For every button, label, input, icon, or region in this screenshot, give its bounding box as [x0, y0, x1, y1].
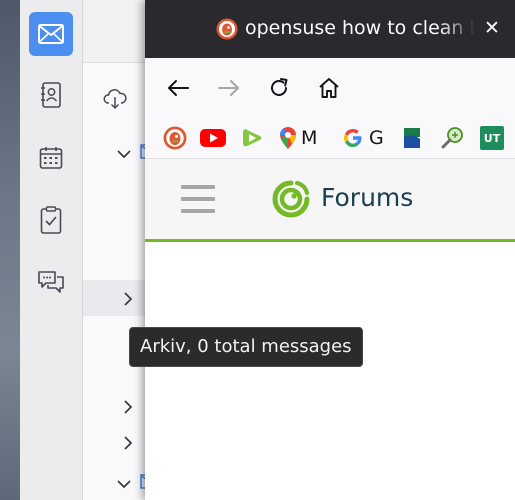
address-book-icon	[41, 82, 61, 108]
bookmark-search-tool[interactable]	[441, 125, 465, 151]
folder-expand-chevron-3[interactable]	[123, 435, 133, 455]
google-icon	[344, 129, 362, 147]
chat-icon	[38, 271, 64, 293]
home-icon	[319, 78, 339, 98]
chevron-right-icon	[124, 400, 133, 414]
bookmark-label: M	[301, 127, 318, 149]
chevron-down-icon	[117, 150, 131, 159]
calendar-icon	[39, 147, 63, 169]
google-maps-pin-icon	[279, 127, 296, 149]
rumble-icon	[243, 129, 262, 147]
firefox-window: opensuse how to clean b ✕ M G UT Forums	[145, 0, 515, 500]
arrow-right-icon	[218, 80, 239, 96]
bookmark-youtube[interactable]	[200, 125, 226, 151]
hamburger-menu-button[interactable]	[181, 185, 215, 213]
bookmark-ut[interactable]: UT	[480, 125, 504, 151]
site-header: Forums	[145, 159, 515, 242]
back-button[interactable]	[162, 72, 194, 104]
close-button[interactable]: ✕	[481, 16, 503, 40]
mail-icon	[38, 24, 64, 44]
hamburger-line	[181, 185, 215, 189]
arrow-left-icon	[168, 80, 189, 96]
get-messages-button[interactable]	[103, 86, 127, 114]
bookmark-google[interactable]: G	[343, 125, 384, 151]
folder-tooltip: Arkiv, 0 total messages	[129, 327, 363, 367]
mail-space-button[interactable]	[29, 12, 73, 56]
opensuse-logo-icon	[272, 180, 310, 218]
address-book-space-button[interactable]	[29, 73, 73, 117]
hamburger-line	[181, 209, 215, 213]
account-expand-chevron-2[interactable]	[116, 475, 132, 494]
bookmark-duckduckgo[interactable]	[163, 125, 187, 151]
title-bar: opensuse how to clean b ✕	[145, 0, 515, 58]
folder-expand-chevron-2[interactable]	[123, 399, 133, 419]
bookmark-kayak[interactable]	[403, 125, 421, 151]
ut-icon: UT	[480, 126, 504, 150]
youtube-icon	[200, 129, 226, 147]
account-expand-chevron[interactable]	[116, 145, 132, 164]
folder-expand-chevron-1[interactable]	[123, 291, 133, 311]
chat-space-button[interactable]	[29, 260, 73, 304]
bookmark-google-maps[interactable]: M	[279, 125, 317, 151]
page-content	[145, 242, 515, 500]
opensuse-logo[interactable]	[269, 177, 313, 225]
bookmarks-toolbar: M G UT	[145, 118, 515, 159]
hamburger-line	[181, 197, 215, 201]
duckduckgo-icon	[216, 18, 238, 40]
reload-button[interactable]	[263, 72, 295, 104]
tasks-space-button[interactable]	[29, 198, 73, 242]
tasks-icon	[40, 206, 62, 234]
calendar-space-button[interactable]	[29, 136, 73, 180]
chevron-right-icon	[124, 292, 133, 306]
bookmark-rumble[interactable]	[240, 125, 264, 151]
forward-button[interactable]	[213, 72, 245, 104]
navigation-toolbar	[145, 58, 515, 118]
tab-favicon	[216, 18, 238, 44]
chevron-right-icon	[124, 436, 133, 450]
duckduckgo-icon	[163, 126, 187, 150]
magnifier-icon	[441, 127, 463, 149]
window-title: opensuse how to clean b	[245, 17, 475, 39]
chevron-down-icon	[117, 480, 131, 489]
home-button[interactable]	[313, 72, 345, 104]
site-title[interactable]: Forums	[321, 183, 413, 212]
kayak-icon	[403, 127, 421, 149]
cloud-download-icon	[103, 89, 127, 110]
bookmark-label: G	[369, 127, 384, 149]
reload-icon	[271, 78, 288, 96]
spaces-toolbar	[20, 0, 83, 500]
